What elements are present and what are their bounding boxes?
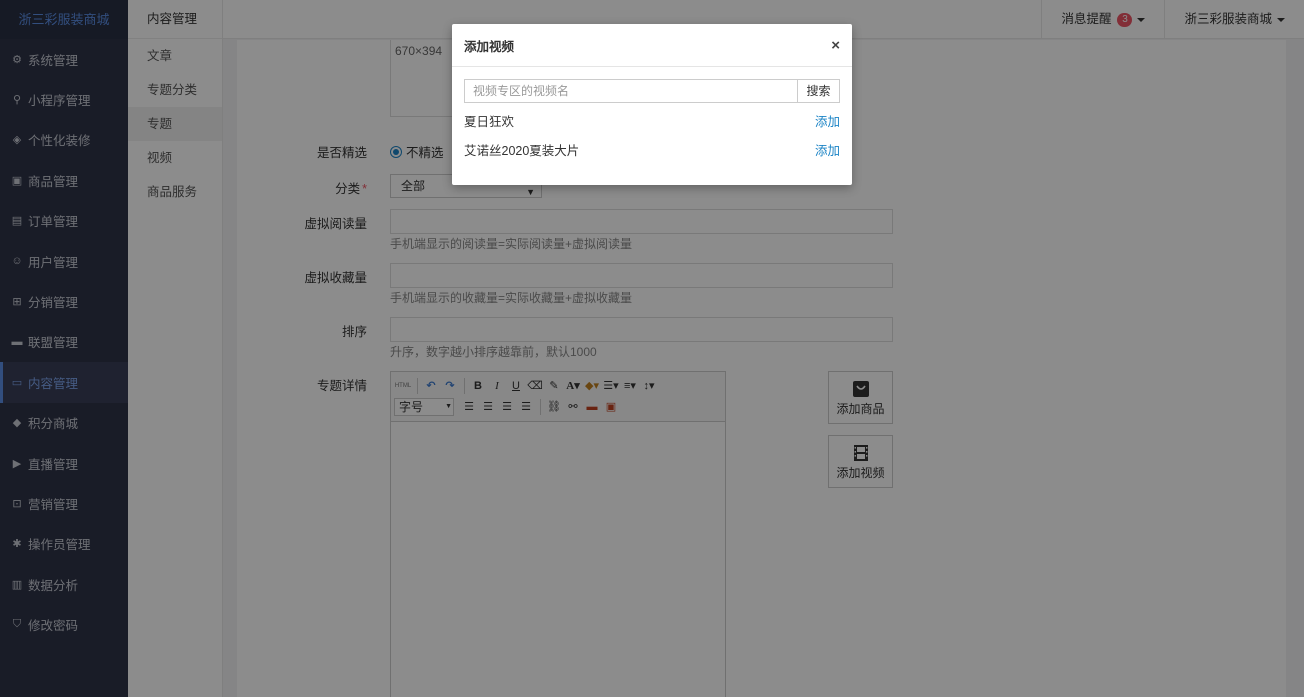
modal-header: 添加视频 × <box>452 24 852 67</box>
video-name: 夏日狂欢 <box>464 115 515 129</box>
add-video-link[interactable]: 添加 <box>815 108 840 137</box>
video-list-item: 艾诺丝2020夏装大片 添加 <box>464 137 840 166</box>
add-video-modal: 添加视频 × 视频专区的视频名 搜索 夏日狂欢 添加 艾诺丝2020夏装大片 添… <box>452 24 852 185</box>
video-name: 艾诺丝2020夏装大片 <box>464 144 580 158</box>
video-list-item: 夏日狂欢 添加 <box>464 108 840 137</box>
search-button[interactable]: 搜索 <box>798 79 840 103</box>
add-video-link[interactable]: 添加 <box>815 137 840 166</box>
modal-title: 添加视频 <box>464 39 515 54</box>
video-search-input[interactable]: 视频专区的视频名 <box>464 79 798 103</box>
video-search-row: 视频专区的视频名 搜索 <box>464 79 840 103</box>
modal-body: 视频专区的视频名 搜索 夏日狂欢 添加 艾诺丝2020夏装大片 添加 <box>452 67 852 178</box>
close-icon[interactable]: × <box>831 37 840 54</box>
